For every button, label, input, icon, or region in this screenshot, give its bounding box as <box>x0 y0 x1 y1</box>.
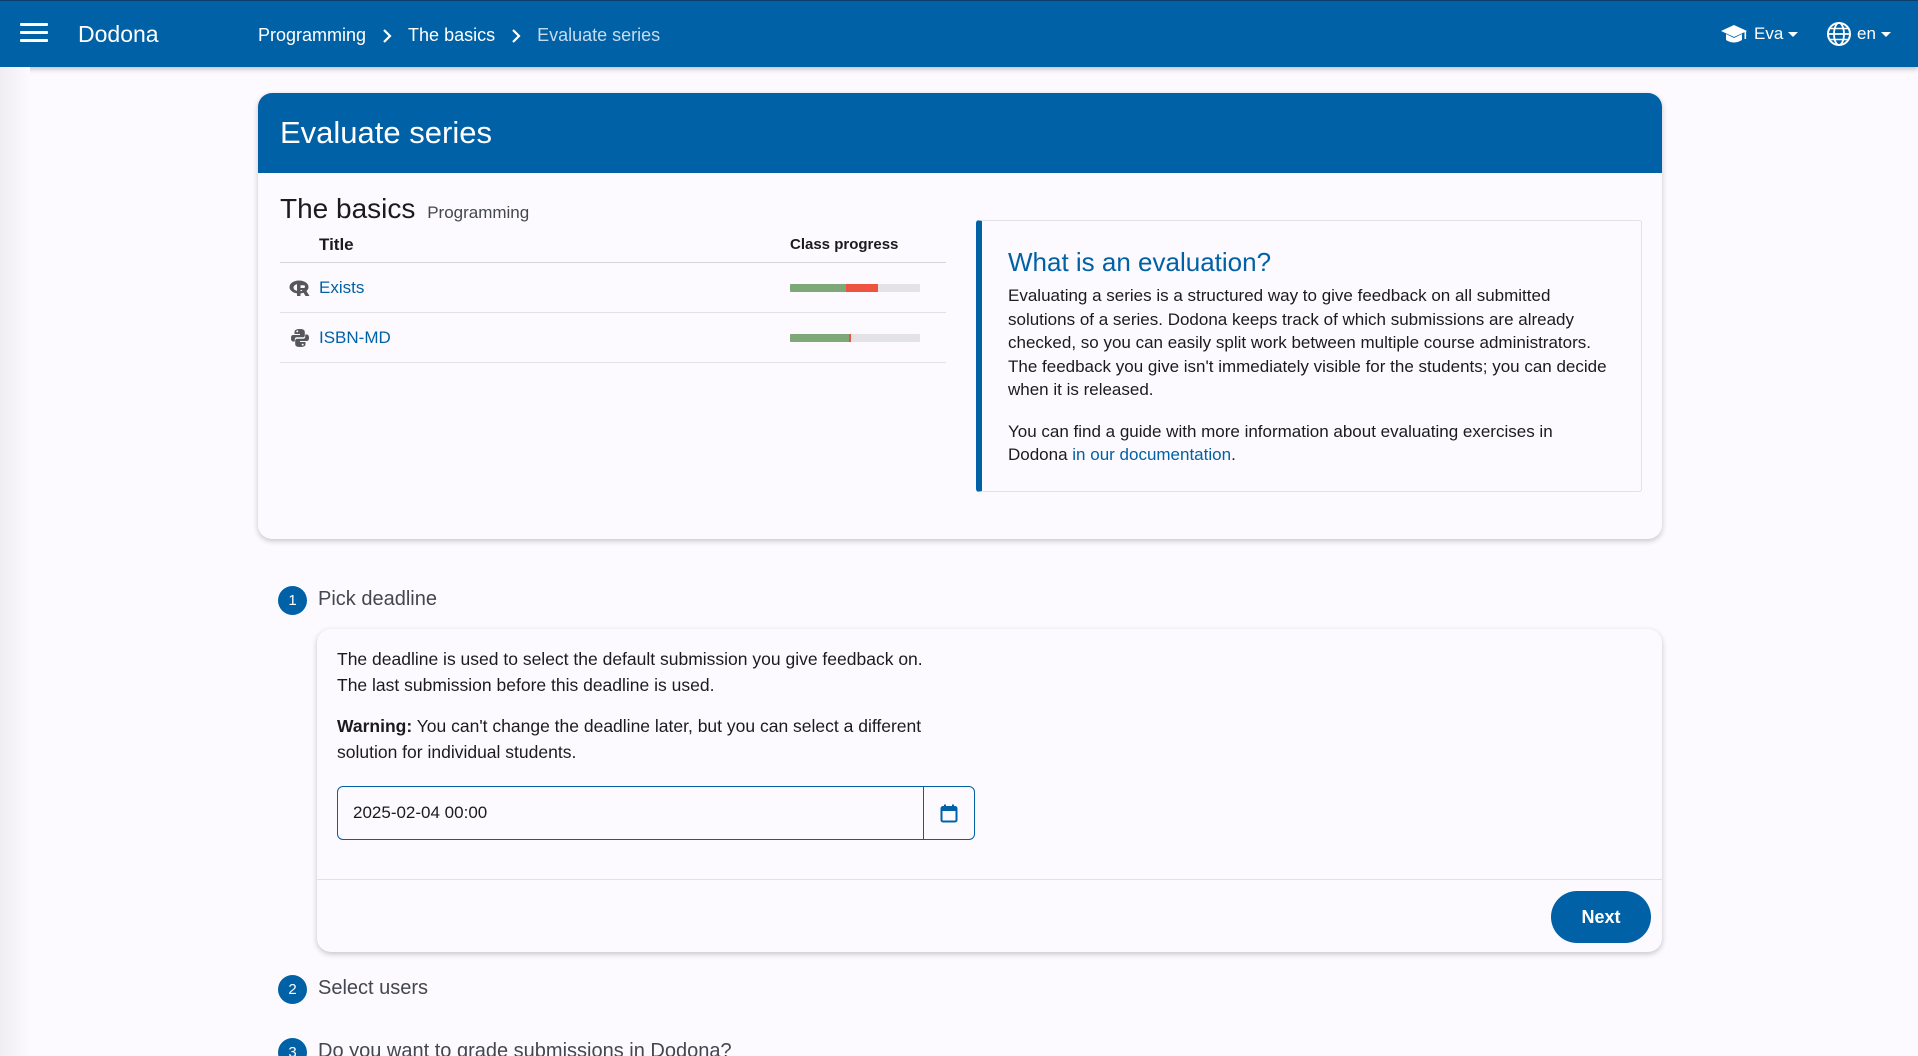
breadcrumb: Programming The basics Evaluate series <box>258 25 660 46</box>
class-progress-bar <box>790 333 920 342</box>
panel-divider <box>317 879 1662 880</box>
chevron-right-icon <box>512 28 521 43</box>
exercise-table: Title Class progress Exists ISBN-MD <box>280 227 946 363</box>
brand-logo[interactable]: Dodona <box>78 21 159 48</box>
progress-correct <box>790 283 846 292</box>
info-paragraph-guide: You can find a guide with more informati… <box>1008 420 1615 467</box>
breadcrumb-the-basics[interactable]: The basics <box>408 25 495 46</box>
progress-correct <box>790 333 849 342</box>
step-number-3: 3 <box>278 1038 307 1056</box>
python-language-icon <box>290 328 309 347</box>
caret-down-icon <box>1788 31 1799 37</box>
calendar-icon <box>940 804 958 822</box>
class-progress-bar <box>790 283 920 292</box>
breadcrumb-programming[interactable]: Programming <box>258 25 366 46</box>
evaluation-info-callout: What is an evaluation? Evaluating a seri… <box>976 220 1642 492</box>
column-class-progress: Class progress <box>790 236 899 253</box>
pick-deadline-panel: The deadline is used to select the defau… <box>317 629 1662 952</box>
graduation-cap-icon <box>1721 25 1747 43</box>
exercise-link-exists[interactable]: Exists <box>319 278 364 297</box>
page-title: Evaluate series <box>280 115 492 150</box>
table-row: ISBN-MD <box>280 313 946 363</box>
column-title: Title <box>319 234 354 254</box>
info-title: What is an evaluation? <box>1008 247 1272 277</box>
breadcrumb-current: Evaluate series <box>537 25 661 45</box>
next-button[interactable]: Next <box>1551 891 1651 943</box>
caret-down-icon <box>1880 31 1891 37</box>
table-row: Exists <box>280 263 946 313</box>
info-guide-suffix: . <box>1231 445 1236 464</box>
step-number-2: 2 <box>278 975 307 1004</box>
course-name: Programming <box>427 203 530 222</box>
step-label-select-users[interactable]: Select users <box>318 977 428 1000</box>
chevron-right-icon <box>383 28 392 43</box>
top-navbar: Dodona Programming The basics Evaluate s… <box>0 0 1918 67</box>
table-header: Title Class progress <box>280 227 946 263</box>
evaluate-series-card: Evaluate series The basics Programming T… <box>258 93 1662 539</box>
progress-wrong <box>845 283 879 292</box>
step-number-1: 1 <box>278 586 307 615</box>
deadline-warning: Warning: You can't change the deadline l… <box>337 714 957 765</box>
warning-text: You can't change the deadline later, but… <box>337 716 922 762</box>
deadline-explanation: The deadline is used to select the defau… <box>337 649 923 695</box>
r-language-icon <box>289 280 309 296</box>
sidebar-edge <box>0 67 30 1056</box>
card-header: Evaluate series <box>258 93 1662 173</box>
menu-icon[interactable] <box>20 23 48 47</box>
series-title: The basics <box>280 193 416 224</box>
language-code: en <box>1857 24 1876 43</box>
user-name: Eva <box>1754 24 1784 43</box>
series-heading: The basics Programming <box>280 193 529 225</box>
language-menu[interactable]: en <box>1826 21 1891 47</box>
deadline-input[interactable] <box>338 787 923 839</box>
info-paragraph: Evaluating a series is a structured way … <box>1008 286 1607 399</box>
step-label-grade-submissions[interactable]: Do you want to grade submissions in Dodo… <box>318 1040 732 1056</box>
deadline-picker <box>337 786 975 840</box>
calendar-button[interactable] <box>923 787 974 839</box>
user-menu[interactable]: Eva <box>1720 22 1799 46</box>
exercise-link-isbn-md[interactable]: ISBN-MD <box>319 328 391 347</box>
progress-wrong <box>848 333 852 342</box>
step-label-pick-deadline[interactable]: Pick deadline <box>318 588 437 611</box>
globe-icon <box>1827 22 1851 46</box>
warning-label: Warning: <box>337 716 413 736</box>
documentation-link[interactable]: in our documentation <box>1072 445 1231 464</box>
